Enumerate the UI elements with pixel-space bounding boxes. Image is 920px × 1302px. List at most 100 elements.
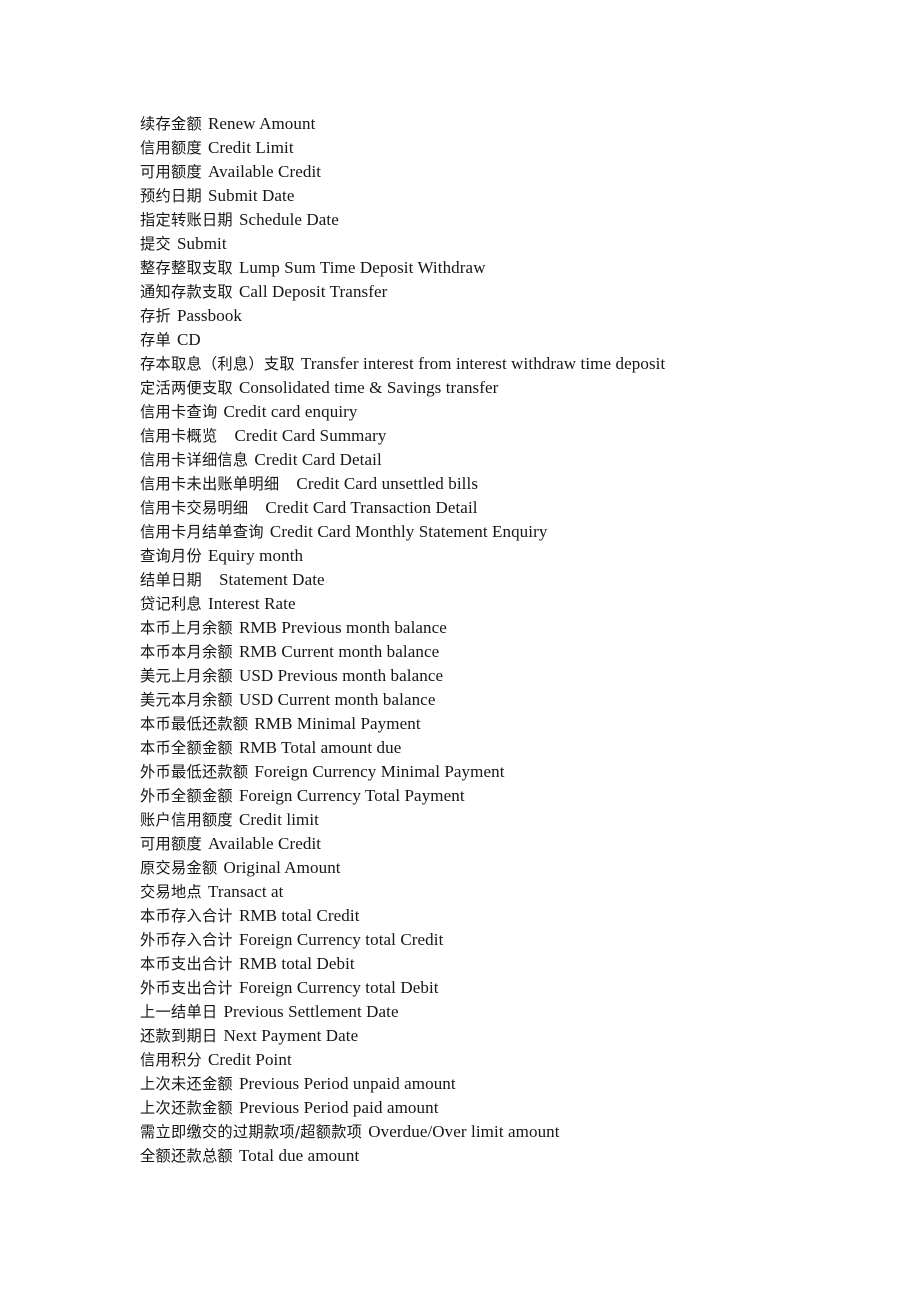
glossary-entry: 美元本月余额 USD Current month balance (140, 688, 840, 712)
term-english: RMB Minimal Payment (254, 714, 421, 733)
glossary-entry: 全额还款总额 Total due amount (140, 1144, 840, 1168)
term-chinese: 续存金额 (140, 115, 202, 133)
glossary-entry: 交易地点 Transact at (140, 880, 840, 904)
term-chinese: 本币本月余额 (140, 643, 233, 661)
term-chinese: 整存整取支取 (140, 259, 233, 277)
glossary-entry: 本币支出合计 RMB total Debit (140, 952, 840, 976)
term-english: USD Previous month balance (238, 666, 444, 685)
term-chinese: 信用积分 (140, 1051, 202, 1069)
term-chinese: 通知存款支取 (140, 283, 233, 301)
glossary-entry: 通知存款支取 Call Deposit Transfer (140, 280, 840, 304)
term-english: Lump Sum Time Deposit Withdraw (238, 258, 486, 277)
term-english: Credit card enquiry (223, 402, 358, 421)
term-english: Schedule Date (238, 210, 339, 229)
glossary-entry: 定活两便支取 Consolidated time & Savings transf… (140, 376, 840, 400)
term-chinese: 信用卡交易明细 (140, 499, 249, 517)
term-english: Foreign Currency Total Payment (238, 786, 465, 805)
term-chinese: 可用额度 (140, 163, 202, 181)
term-english: RMB total Debit (238, 954, 355, 973)
term-english: Transact at (207, 882, 284, 901)
term-chinese: 信用卡查询 (140, 403, 218, 421)
term-chinese: 信用卡未出账单明细 (140, 475, 280, 493)
term-chinese: 本币全额金额 (140, 739, 233, 757)
document-page: 续存金额 Renew Amount 信用额度 Credit Limit 可用额度 Avai… (0, 0, 920, 1302)
glossary-entry: 外币最低还款额 Foreign Currency Minimal Payment (140, 760, 840, 784)
term-english: Next Payment Date (223, 1026, 359, 1045)
term-english: Credit Card Monthly Statement Enquiry (269, 522, 548, 541)
term-chinese: 指定转账日期 (140, 211, 233, 229)
term-chinese: 结单日期 (140, 571, 202, 589)
term-english: Foreign Currency total Credit (238, 930, 444, 949)
term-english: USD Current month balance (238, 690, 436, 709)
term-english: Credit Card Detail (254, 450, 382, 469)
glossary-entry: 信用卡未出账单明细 Credit Card unsettled bills (140, 472, 840, 496)
glossary-entry: 外币全额金额 Foreign Currency Total Payment (140, 784, 840, 808)
term-english: Available Credit (207, 162, 322, 181)
glossary-entry: 信用积分 Credit Point (140, 1048, 840, 1072)
term-english: Credit Limit (207, 138, 294, 157)
term-chinese: 本币最低还款额 (140, 715, 249, 733)
term-chinese: 信用卡详细信息 (140, 451, 249, 469)
term-chinese: 外币存入合计 (140, 931, 233, 949)
term-english: Transfer interest from interest withdraw… (300, 354, 666, 373)
glossary-entry: 上一结单日 Previous Settlement Date (140, 1000, 840, 1024)
glossary-entry: 外币支出合计 Foreign Currency total Debit (140, 976, 840, 1000)
glossary-entry: 需立即缴交的过期款项/超额款项 Overdue/Over limit amount (140, 1120, 840, 1144)
glossary-entry: 信用卡概览 Credit Card Summary (140, 424, 840, 448)
glossary-entry: 查询月份 Equiry month (140, 544, 840, 568)
term-chinese: 全额还款总额 (140, 1147, 233, 1165)
term-english: Renew Amount (207, 114, 316, 133)
term-chinese: 存单 (140, 331, 171, 349)
glossary-entry: 本币本月余额 RMB Current month balance (140, 640, 840, 664)
term-chinese: 本币支出合计 (140, 955, 233, 973)
glossary-entry: 外币存入合计 Foreign Currency total Credit (140, 928, 840, 952)
term-english: Consolidated time & Savings transfer (238, 378, 499, 397)
glossary-entry: 续存金额 Renew Amount (140, 112, 840, 136)
term-english: Previous Period paid amount (238, 1098, 439, 1117)
term-english: RMB Previous month balance (238, 618, 447, 637)
term-chinese: 可用额度 (140, 835, 202, 853)
glossary-entry: 本币上月余额 RMB Previous month balance (140, 616, 840, 640)
term-chinese: 定活两便支取 (140, 379, 233, 397)
term-english: Previous Period unpaid amount (238, 1074, 456, 1093)
term-english: Overdue/Over limit amount (368, 1122, 560, 1141)
glossary-entry: 存本取息（利息）支取 Transfer interest from interes… (140, 352, 840, 376)
term-english: RMB Current month balance (238, 642, 440, 661)
term-chinese: 美元上月余额 (140, 667, 233, 685)
glossary-entry: 上次还款金额 Previous Period paid amount (140, 1096, 840, 1120)
term-chinese: 信用额度 (140, 139, 202, 157)
term-chinese: 上次未还金额 (140, 1075, 233, 1093)
term-chinese: 存折 (140, 307, 171, 325)
term-chinese: 提交 (140, 235, 171, 253)
term-chinese: 信用卡月结单查询 (140, 523, 264, 541)
glossary-entry: 预约日期 Submit Date (140, 184, 840, 208)
glossary-entry: 存单 CD (140, 328, 840, 352)
term-chinese: 预约日期 (140, 187, 202, 205)
glossary-entry: 美元上月余额 USD Previous month balance (140, 664, 840, 688)
glossary-entry: 账户信用额度 Credit limit (140, 808, 840, 832)
glossary-entry: 存折 Passbook (140, 304, 840, 328)
glossary-entry: 本币全额金额 RMB Total amount due (140, 736, 840, 760)
term-english: Passbook (176, 306, 243, 325)
term-english: Credit Card Summary (234, 426, 387, 445)
term-english: Original Amount (223, 858, 341, 877)
term-english: Previous Settlement Date (223, 1002, 399, 1021)
glossary-entry: 本币存入合计 RMB total Credit (140, 904, 840, 928)
glossary-entry: 结单日期 Statement Date (140, 568, 840, 592)
glossary-entry: 上次未还金额 Previous Period unpaid amount (140, 1072, 840, 1096)
term-chinese: 美元本月余额 (140, 691, 233, 709)
term-english: Available Credit (207, 834, 322, 853)
term-chinese: 还款到期日 (140, 1027, 218, 1045)
term-english: Credit Card Transaction Detail (265, 498, 478, 517)
term-chinese: 外币支出合计 (140, 979, 233, 997)
glossary-term-list: 续存金额 Renew Amount 信用额度 Credit Limit 可用额度 Avai… (140, 112, 840, 1168)
term-english: Foreign Currency Minimal Payment (254, 762, 505, 781)
term-chinese: 上一结单日 (140, 1003, 218, 1021)
glossary-entry: 原交易金额 Original Amount (140, 856, 840, 880)
glossary-entry: 提交 Submit (140, 232, 840, 256)
term-english: Equiry month (207, 546, 304, 565)
term-english: RMB Total amount due (238, 738, 402, 757)
term-english: Interest Rate (207, 594, 296, 613)
glossary-entry: 还款到期日 Next Payment Date (140, 1024, 840, 1048)
term-english: CD (176, 330, 201, 349)
